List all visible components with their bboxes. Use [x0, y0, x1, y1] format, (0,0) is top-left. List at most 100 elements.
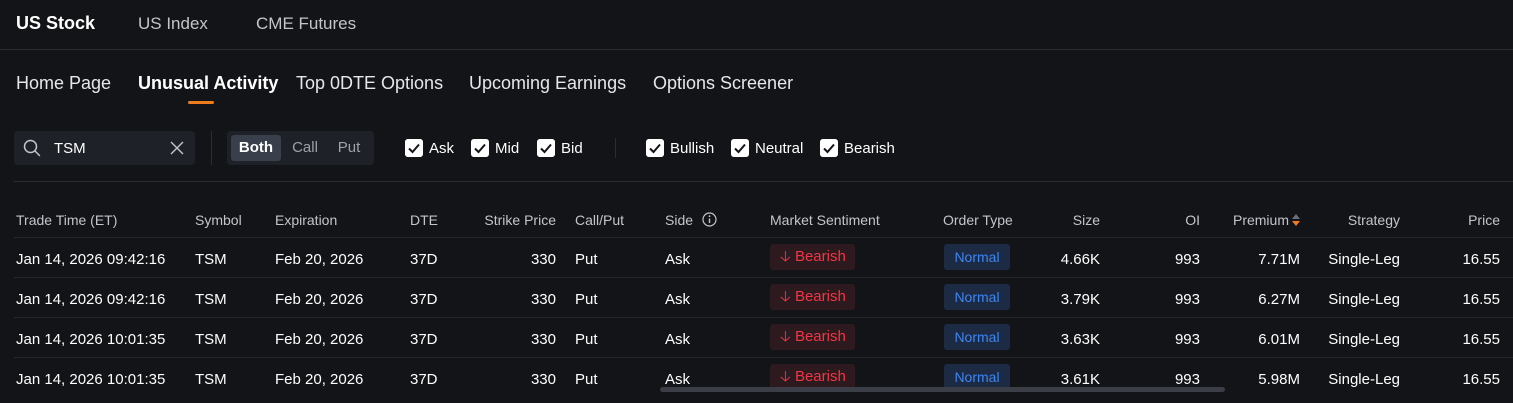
checkbox-checked-icon	[471, 139, 489, 157]
sentiment-label: Bearish	[794, 328, 846, 345]
search-box[interactable]	[14, 131, 195, 165]
cell-strategy: Single-Leg	[1328, 291, 1400, 308]
cell-trade-time: Jan 14, 2026 10:01:35	[16, 331, 166, 348]
header-size[interactable]: Size	[1020, 212, 1100, 228]
tab-cme-futures[interactable]: CME Futures	[256, 14, 356, 34]
cell-side: Ask	[665, 251, 691, 268]
checkbox-checked-icon	[731, 139, 749, 157]
tab-upcoming-earnings[interactable]: Upcoming Earnings	[469, 73, 626, 94]
cell-oi: 993	[1174, 251, 1200, 268]
cell-oi: 993	[1174, 371, 1200, 388]
header-order-type[interactable]: Order Type	[943, 212, 1013, 228]
checkbox-label: Neutral	[755, 140, 804, 157]
active-tab-indicator	[188, 101, 214, 104]
divider	[211, 131, 212, 165]
table-row[interactable]: Jan 14, 2026 09:42:16 TSM Feb 20, 2026 3…	[14, 277, 1513, 317]
checkbox-checked-icon	[646, 139, 664, 157]
cell-dte: 37D	[410, 291, 438, 308]
cell-symbol[interactable]: TSM	[195, 331, 227, 348]
cell-strike: 330	[530, 331, 556, 348]
checkbox-label: Bid	[561, 140, 583, 157]
cell-premium: 5.98M	[1258, 371, 1300, 388]
cell-strategy: Single-Leg	[1328, 251, 1400, 268]
order-type-badge: Normal	[944, 324, 1010, 350]
cell-dte: 37D	[410, 251, 438, 268]
checkbox-bearish[interactable]: Bearish	[820, 138, 900, 158]
header-market-sentiment[interactable]: Market Sentiment	[770, 212, 880, 228]
header-side[interactable]: Side	[665, 212, 693, 228]
table-row[interactable]: Jan 14, 2026 09:42:16 TSM Feb 20, 2026 3…	[14, 237, 1513, 277]
cell-dte: 37D	[410, 371, 438, 388]
header-expiration[interactable]: Expiration	[275, 212, 337, 228]
option-type-toggle: Both Call Put	[227, 131, 374, 165]
tab-options-screener[interactable]: Options Screener	[653, 73, 793, 94]
cell-size: 4.66K	[1060, 251, 1100, 268]
cell-price: 16.55	[1462, 371, 1500, 388]
cell-strike: 330	[530, 371, 556, 388]
cell-expiration: Feb 20, 2026	[275, 331, 364, 348]
close-icon[interactable]	[170, 141, 184, 155]
horizontal-scrollbar[interactable]	[660, 387, 1225, 392]
search-input[interactable]	[54, 140, 164, 157]
checkbox-label: Bullish	[670, 140, 715, 157]
option-type-call[interactable]: Call	[285, 135, 325, 161]
info-icon[interactable]	[702, 212, 717, 227]
tab-top-0dte-options[interactable]: Top 0DTE Options	[296, 73, 443, 94]
sort-icon[interactable]	[1292, 214, 1300, 226]
filter-bar: Both Call Put Ask Mid Bid Bullish Neutra…	[0, 128, 1513, 168]
arrow-down-icon: 🡣	[780, 328, 791, 345]
cell-size: 3.63K	[1060, 331, 1100, 348]
cell-price: 16.55	[1462, 291, 1500, 308]
cell-call-put: Put	[575, 331, 598, 348]
header-dte[interactable]: DTE	[410, 212, 438, 228]
header-price[interactable]: Price	[1420, 212, 1500, 228]
checkbox-bullish[interactable]: Bullish	[646, 138, 726, 158]
cell-symbol[interactable]: TSM	[195, 251, 227, 268]
table-row[interactable]: Jan 14, 2026 10:01:35 TSM Feb 20, 2026 3…	[14, 317, 1513, 357]
cell-oi: 993	[1174, 291, 1200, 308]
header-strike-price[interactable]: Strike Price	[456, 212, 556, 228]
checkbox-mid[interactable]: Mid	[471, 138, 531, 158]
header-trade-time[interactable]: Trade Time (ET)	[16, 212, 117, 228]
checkbox-label: Ask	[429, 140, 455, 157]
sub-nav: Home Page Unusual Activity Top 0DTE Opti…	[0, 50, 1513, 110]
arrow-down-icon: 🡣	[780, 368, 791, 385]
cell-premium: 6.01M	[1258, 331, 1300, 348]
cell-size: 3.61K	[1060, 371, 1100, 388]
cell-expiration: Feb 20, 2026	[275, 291, 364, 308]
header-strategy[interactable]: Strategy	[1300, 212, 1400, 228]
tab-us-index[interactable]: US Index	[138, 14, 208, 34]
header-call-put[interactable]: Call/Put	[575, 212, 624, 228]
header-premium[interactable]: Premium	[1190, 212, 1289, 228]
tab-home-page[interactable]: Home Page	[16, 73, 111, 94]
cell-side: Ask	[665, 371, 691, 388]
cell-strategy: Single-Leg	[1328, 371, 1400, 388]
cell-premium: 7.71M	[1258, 251, 1300, 268]
checkbox-neutral[interactable]: Neutral	[731, 138, 811, 158]
checkbox-label: Bearish	[844, 140, 895, 157]
header-symbol[interactable]: Symbol	[195, 212, 242, 228]
cell-symbol[interactable]: TSM	[195, 371, 227, 388]
cell-trade-time: Jan 14, 2026 09:42:16	[16, 251, 166, 268]
sentiment-badge: 🡣 Bearish	[770, 284, 855, 310]
cell-expiration: Feb 20, 2026	[275, 251, 364, 268]
option-type-both[interactable]: Both	[231, 135, 281, 161]
order-type-badge: Normal	[944, 244, 1010, 270]
cell-strike: 330	[530, 251, 556, 268]
cell-side: Ask	[665, 291, 691, 308]
sentiment-label: Bearish	[794, 288, 846, 305]
cell-price: 16.55	[1462, 331, 1500, 348]
cell-expiration: Feb 20, 2026	[275, 371, 364, 388]
checkbox-bid[interactable]: Bid	[537, 138, 597, 158]
option-type-put[interactable]: Put	[331, 135, 367, 161]
market-tabs: US Stock US Index CME Futures	[0, 0, 1513, 50]
cell-symbol[interactable]: TSM	[195, 291, 227, 308]
tab-unusual-activity[interactable]: Unusual Activity	[138, 73, 278, 94]
search-icon	[23, 139, 41, 157]
cell-trade-time: Jan 14, 2026 10:01:35	[16, 371, 166, 388]
cell-premium: 6.27M	[1258, 291, 1300, 308]
checkbox-ask[interactable]: Ask	[405, 138, 465, 158]
sentiment-badge: 🡣 Bearish	[770, 324, 855, 350]
tab-us-stock[interactable]: US Stock	[16, 13, 95, 34]
header-oi[interactable]: OI	[1120, 212, 1200, 228]
